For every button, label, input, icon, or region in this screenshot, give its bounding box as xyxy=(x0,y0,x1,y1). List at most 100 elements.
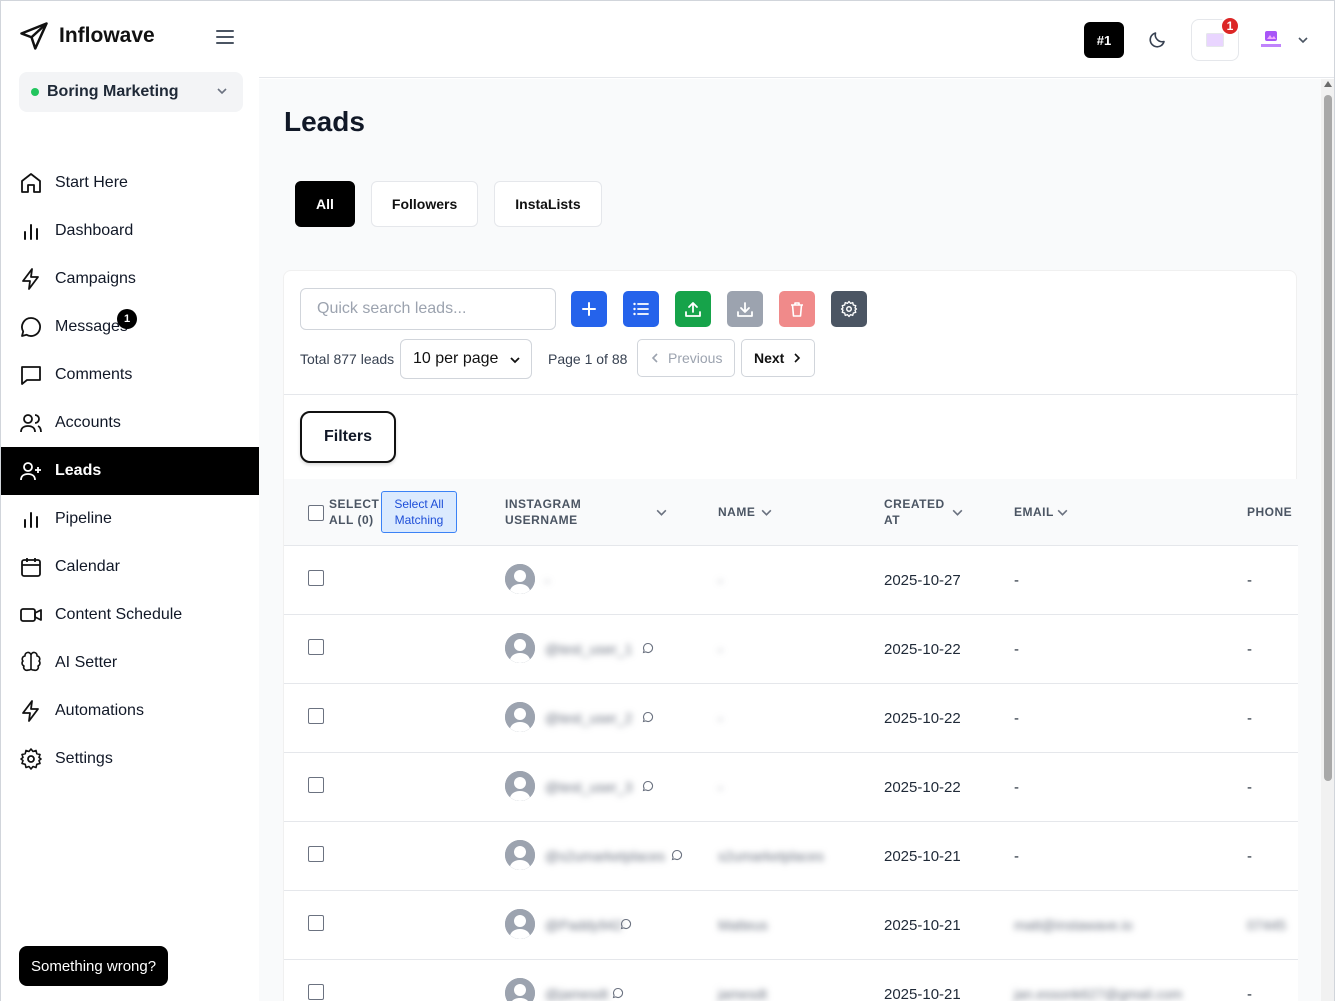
sidebar-item-ai-setter[interactable]: AI Setter xyxy=(1,639,259,687)
brain-icon xyxy=(19,651,43,675)
per-page-select[interactable]: 10 per page xyxy=(400,339,532,379)
sidebar-item-dashboard[interactable]: Dashboard xyxy=(1,207,259,255)
sidebar-item-comments[interactable]: Comments xyxy=(1,351,259,399)
add-lead-button[interactable] xyxy=(571,291,607,327)
moon-icon[interactable] xyxy=(1148,29,1168,49)
avatar xyxy=(505,978,535,1001)
select-all-matching-button[interactable]: Select All Matching xyxy=(381,491,457,533)
message-bubble-icon[interactable] xyxy=(642,710,654,728)
lists-button[interactable] xyxy=(623,291,659,327)
message-bubble-icon[interactable] xyxy=(620,917,632,935)
row-checkbox[interactable] xyxy=(308,846,324,862)
email-value: - xyxy=(1014,779,1019,796)
chevron-down-icon[interactable] xyxy=(951,506,964,519)
avatar xyxy=(505,840,535,870)
row-checkbox[interactable] xyxy=(308,639,324,655)
unread-badge: 1 xyxy=(117,309,137,329)
delete-button[interactable] xyxy=(779,291,815,327)
account-logo-icon[interactable] xyxy=(1259,29,1283,51)
email-value: - xyxy=(1014,848,1019,865)
lead-name: jamesdt xyxy=(718,986,768,1001)
column-header-name[interactable]: NAME xyxy=(718,504,755,520)
sidebar-item-start-here[interactable]: Start Here xyxy=(1,159,259,207)
sidebar-item-calendar[interactable]: Calendar xyxy=(1,543,259,591)
workspace-selector[interactable]: Boring Marketing xyxy=(19,72,243,112)
instagram-username[interactable]: @Paddy942 xyxy=(545,917,622,933)
menu-icon[interactable] xyxy=(215,28,235,46)
instagram-username[interactable]: @jamesdt xyxy=(545,986,608,1001)
settings-button[interactable] xyxy=(831,291,867,327)
row-checkbox[interactable] xyxy=(308,708,324,724)
brand[interactable]: Inflowave xyxy=(19,21,155,51)
trash-icon xyxy=(791,302,803,317)
chevron-down-icon[interactable] xyxy=(760,506,773,519)
previous-page-button[interactable]: Previous xyxy=(637,339,736,377)
sidebar-item-pipeline[interactable]: Pipeline xyxy=(1,495,259,543)
scrollbar-thumb[interactable] xyxy=(1324,95,1332,781)
chevron-down-icon xyxy=(510,357,520,364)
export-button[interactable] xyxy=(727,291,763,327)
bar-chart-icon xyxy=(19,219,43,243)
row-checkbox[interactable] xyxy=(308,570,324,586)
phone-value: - xyxy=(1247,779,1252,796)
sidebar-item-automations[interactable]: Automations xyxy=(1,687,259,735)
created-date: 2025-10-21 xyxy=(884,917,961,934)
filters-button[interactable]: Filters xyxy=(300,411,396,463)
instagram-username[interactable]: - xyxy=(545,572,550,588)
sidebar: Inflowave Boring Marketing Start Here Da… xyxy=(1,1,259,1001)
email-value: jan.essonk627@gmail.com xyxy=(1014,986,1183,1001)
scroll-up-arrow[interactable] xyxy=(1324,81,1332,87)
row-checkbox[interactable] xyxy=(308,777,324,793)
avatar xyxy=(505,771,535,801)
chevron-down-icon[interactable] xyxy=(1296,33,1310,47)
message-bubble-icon[interactable] xyxy=(612,986,624,1001)
report-issue-button[interactable]: Something wrong? xyxy=(19,946,169,986)
instagram-username[interactable]: @test_user_1 xyxy=(545,641,632,657)
next-page-button[interactable]: Next xyxy=(741,339,816,377)
chevron-down-icon[interactable] xyxy=(1056,506,1069,519)
column-header-email[interactable]: EMAIL xyxy=(1014,504,1054,520)
import-button[interactable] xyxy=(675,291,711,327)
sidebar-item-leads[interactable]: Leads xyxy=(1,447,259,495)
phone-value: - xyxy=(1247,572,1252,589)
table-row[interactable]: @test_user_3 - 2025-10-22 - - xyxy=(284,753,1298,822)
sidebar-item-settings[interactable]: Settings xyxy=(1,735,259,783)
column-header-phone[interactable]: PHONE xyxy=(1247,504,1292,520)
gear-icon xyxy=(840,300,858,318)
column-header-username[interactable]: INSTAGRAM USERNAME xyxy=(505,496,605,528)
sidebar-item-content-schedule[interactable]: Content Schedule xyxy=(1,591,259,639)
sidebar-item-label: Campaigns xyxy=(55,270,136,287)
table-row[interactable]: @jamesdt jamesdt 2025-10-21 jan.essonk627@g… xyxy=(284,960,1298,1001)
previous-label: Previous xyxy=(668,350,723,366)
table-row[interactable]: @s2umarketplaces s2umarketplaces 2025-10-2… xyxy=(284,822,1298,891)
table-row[interactable]: @test_user_2 - 2025-10-22 - - xyxy=(284,684,1298,753)
sidebar-item-messages[interactable]: Messages 1 xyxy=(1,303,259,351)
message-bubble-icon[interactable] xyxy=(671,848,683,866)
row-checkbox[interactable] xyxy=(308,984,324,1000)
instagram-username[interactable]: @test_user_3 xyxy=(545,779,632,795)
rank-badge-button[interactable]: #1 xyxy=(1084,22,1124,58)
page-scrollbar[interactable] xyxy=(1321,79,1334,1001)
tab-all[interactable]: All xyxy=(295,181,355,227)
instagram-username[interactable]: @test_user_2 xyxy=(545,710,632,726)
search-input[interactable] xyxy=(300,288,556,330)
message-bubble-icon[interactable] xyxy=(642,641,654,659)
table-row[interactable]: @test_user_1 - 2025-10-22 - - xyxy=(284,615,1298,684)
table-row[interactable]: @Paddy942 Matteus 2025-10-21 matt@instawave… xyxy=(284,891,1298,960)
sidebar-item-campaigns[interactable]: Campaigns xyxy=(1,255,259,303)
select-all-checkbox[interactable] xyxy=(308,505,324,521)
sidebar-item-accounts[interactable]: Accounts xyxy=(1,399,259,447)
column-header-created-at[interactable]: CREATED AT xyxy=(884,496,948,528)
tab-instalists[interactable]: InstaLists xyxy=(494,181,602,227)
tab-followers[interactable]: Followers xyxy=(370,181,479,227)
lightning-icon xyxy=(19,267,43,291)
created-date: 2025-10-22 xyxy=(884,779,961,796)
chevron-down-icon[interactable] xyxy=(655,506,668,519)
message-bubble-icon[interactable] xyxy=(642,779,654,797)
table-row[interactable]: - - 2025-10-27 - - xyxy=(284,546,1298,615)
sidebar-item-label: Start Here xyxy=(55,174,128,191)
lead-name: - xyxy=(718,779,723,795)
instagram-username[interactable]: @s2umarketplaces xyxy=(545,848,665,864)
row-checkbox[interactable] xyxy=(308,915,324,931)
sidebar-nav: Start Here Dashboard Campaigns Messages … xyxy=(1,159,259,783)
